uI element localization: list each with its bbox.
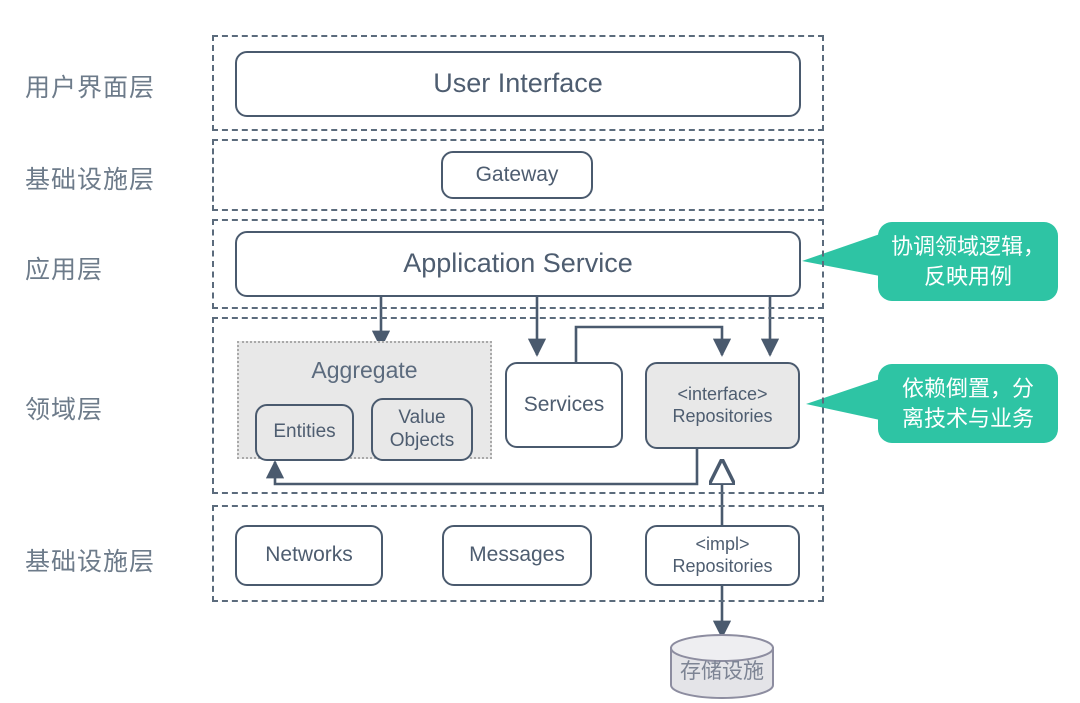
layer-label-infrastructure-bottom: 基础设施层 [25, 548, 156, 576]
node-value-objects[interactable]: Value Objects [371, 398, 473, 461]
callout-application-line2: 反映用例 [923, 263, 1012, 289]
node-entities[interactable]: Entities [255, 404, 354, 461]
group-aggregate-title: Aggregate [311, 357, 418, 383]
node-services-label: Services [523, 392, 605, 416]
node-messages[interactable]: Messages [442, 525, 592, 586]
callout-domain-line1: 依赖倒置，分 [901, 375, 1034, 401]
callout-application-layer: 协调领域逻辑， 反映用例 [878, 222, 1058, 301]
node-gateway[interactable]: Gateway [441, 151, 593, 199]
node-interface-repositories-label-line2: Repositories [672, 405, 773, 426]
layer-label-user-interface: 用户界面层 [25, 74, 156, 102]
node-entities-label: Entities [273, 421, 336, 443]
node-interface-repositories-label-line1: <interface> [677, 384, 768, 405]
node-value-objects-label-line1: Value [398, 407, 446, 429]
node-gateway-label: Gateway [475, 162, 559, 186]
node-value-objects-label-line2: Objects [389, 429, 455, 451]
callout-domain-line2: 离技术与业务 [901, 405, 1034, 431]
node-impl-repositories[interactable]: <impl> Repositories [645, 525, 800, 586]
node-services[interactable]: Services [505, 362, 623, 448]
callout-application-line1: 协调领域逻辑， [890, 233, 1045, 259]
node-application-service-label: Application Service [403, 248, 633, 279]
node-messages-label: Messages [469, 543, 565, 567]
storage-cylinder-label: 存储设施 [680, 660, 764, 683]
layer-label-application: 应用层 [25, 256, 104, 284]
node-user-interface[interactable]: User Interface [235, 51, 801, 117]
layer-label-domain: 领域层 [25, 396, 104, 424]
node-impl-repositories-label-line1: <impl> [695, 534, 750, 555]
node-application-service[interactable]: Application Service [235, 231, 801, 297]
node-user-interface-label: User Interface [433, 68, 603, 99]
diagram-canvas: 用户界面层 基础设施层 应用层 领域层 基础设施层 User Interface… [0, 0, 1080, 703]
callout-domain-layer: 依赖倒置，分 离技术与业务 [878, 364, 1058, 443]
node-impl-repositories-label-line2: Repositories [672, 555, 773, 576]
layer-label-infrastructure-top: 基础设施层 [25, 166, 156, 194]
node-interface-repositories[interactable]: <interface> Repositories [645, 362, 800, 449]
node-networks-label: Networks [265, 543, 353, 567]
node-networks[interactable]: Networks [235, 525, 383, 586]
